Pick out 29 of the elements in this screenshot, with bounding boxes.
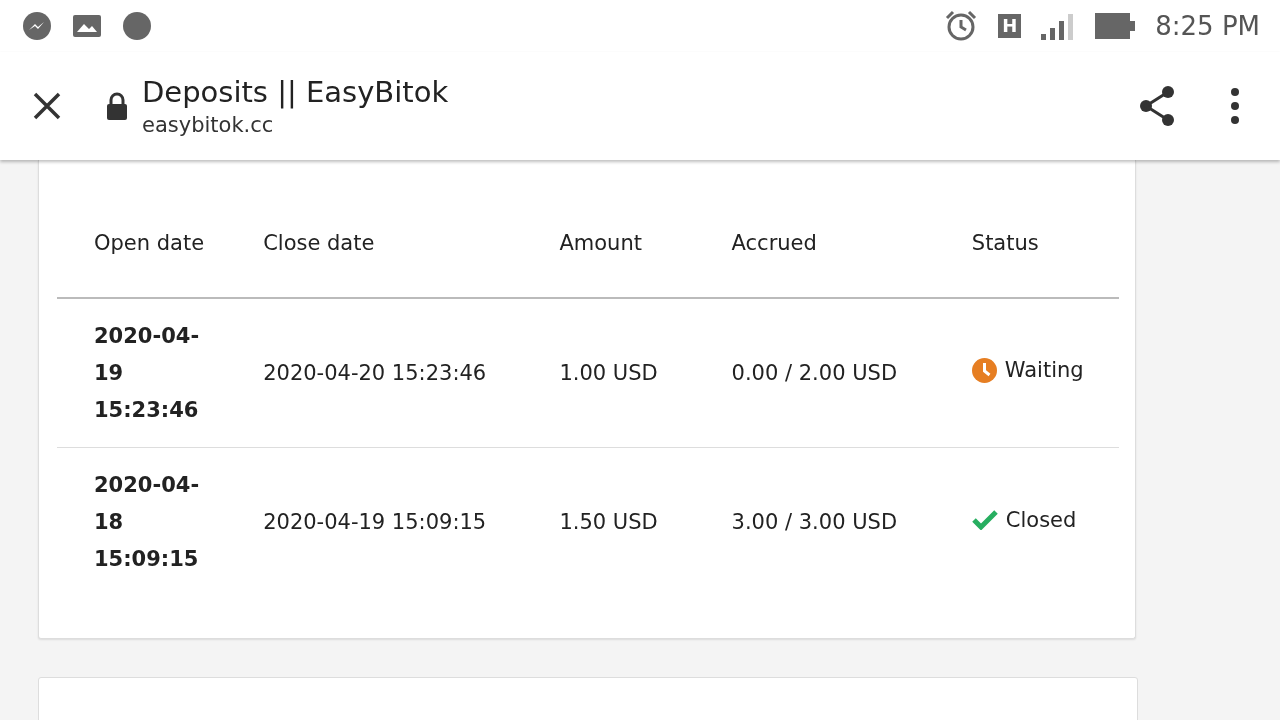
messenger-icon — [22, 11, 52, 41]
alarm-icon — [944, 10, 979, 42]
signal-icon — [1041, 12, 1076, 40]
table-cell: 1.00 USD — [559, 360, 658, 385]
status-label: Waiting — [1004, 356, 1084, 384]
table-cell: 2020-04-18 15:09:15 — [94, 472, 200, 571]
share-icon[interactable] — [1138, 85, 1176, 127]
status-label: Closed — [1005, 506, 1077, 534]
more-icon[interactable] — [1230, 88, 1240, 124]
column-header: Status — [971, 231, 1039, 255]
column-header: Amount — [559, 231, 642, 255]
table-cell: 1.50 USD — [559, 509, 658, 534]
column-header: Accrued — [731, 231, 817, 255]
column-header: Close date — [263, 231, 375, 255]
clock: 8:25 PM — [1155, 11, 1260, 41]
close-icon[interactable] — [32, 91, 62, 121]
lock-icon — [106, 92, 128, 120]
page-url: easybitok.cc — [142, 113, 275, 137]
battery-icon — [1095, 13, 1136, 39]
column-header: Open date — [94, 231, 205, 255]
table-cell: 2020-04-19 15:23:46 — [94, 323, 200, 422]
table-cell: 3.00 / 3.00 USD — [731, 509, 898, 534]
network-type: H — [998, 14, 1022, 38]
table-cell: 2020-04-20 15:23:46 — [263, 360, 487, 385]
page-title: Deposits || EasyBitok — [142, 75, 450, 109]
circle-icon — [122, 11, 152, 41]
image-icon — [72, 14, 102, 38]
table-cell: 2020-04-19 15:09:15 — [263, 509, 487, 534]
table-cell: 0.00 / 2.00 USD — [731, 360, 898, 385]
